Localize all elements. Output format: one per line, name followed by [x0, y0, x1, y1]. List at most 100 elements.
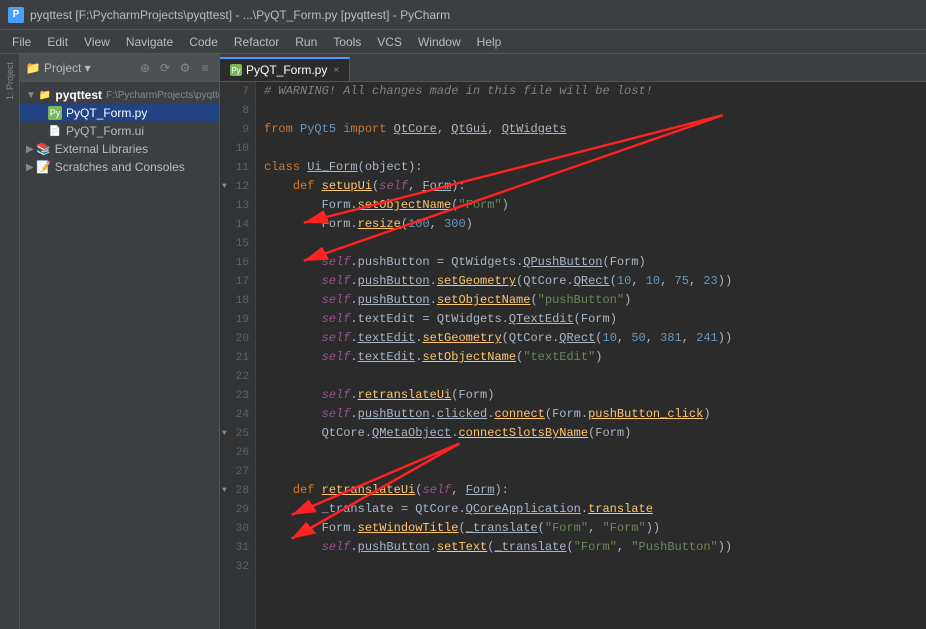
line-numbers: 7 8 9 10 11 12 13 14 15 16 17 18 19 20 2… [220, 82, 256, 629]
line-num-8: 8 [220, 101, 255, 120]
scratch-icon: 📝 [37, 160, 51, 174]
code-line-18: self.pushButton.setObjectName("pushButto… [264, 291, 918, 310]
main-layout: 1: Project 📁 Project ▾ ⊕ ⟳ ⚙ ≡ ▼ 📁 pyqtt… [0, 54, 926, 629]
py-file-icon: Py [48, 106, 62, 120]
code-line-23: self.retranslateUi(Form) [264, 386, 918, 405]
line-num-27: 27 [220, 462, 255, 481]
tree-item-pyqt-form-ui[interactable]: 📄 PyQT_Form.ui [20, 122, 219, 140]
line-num-29: 29 [220, 500, 255, 519]
code-line-26 [264, 443, 918, 462]
code-line-8 [264, 101, 918, 120]
tree-item-scratches[interactable]: ▶ 📝 Scratches and Consoles [20, 158, 219, 176]
code-line-15 [264, 234, 918, 253]
line-num-25: 25 [220, 424, 255, 443]
line-num-14: 14 [220, 215, 255, 234]
line-num-9: 9 [220, 120, 255, 139]
tree-item-root[interactable]: ▼ 📁 pyqttest F:\PycharmProjects\pyqttest [20, 86, 219, 104]
code-line-22 [264, 367, 918, 386]
title-bar: P pyqttest [F:\PycharmProjects\pyqttest]… [0, 0, 926, 30]
line-num-23: 23 [220, 386, 255, 405]
code-line-27 [264, 462, 918, 481]
line-num-26: 26 [220, 443, 255, 462]
menu-edit[interactable]: Edit [39, 33, 76, 51]
line-num-19: 19 [220, 310, 255, 329]
line-num-10: 10 [220, 139, 255, 158]
menu-bar: File Edit View Navigate Code Refactor Ru… [0, 30, 926, 54]
code-line-12: def setupUi(self, Form): [264, 177, 918, 196]
line-num-20: 20 [220, 329, 255, 348]
title-bar-text: pyqttest [F:\PycharmProjects\pyqttest] -… [30, 8, 450, 22]
tab-pyqt-form[interactable]: Py PyQT_Form.py × [220, 57, 350, 81]
tab-label: PyQT_Form.py [246, 63, 327, 77]
tree-label-root: pyqttest [55, 88, 102, 102]
tree-label-ext-libs: External Libraries [55, 142, 148, 156]
project-tree: ▼ 📁 pyqttest F:\PycharmProjects\pyqttest… [20, 82, 219, 629]
code-line-14: Form.resize(100, 300) [264, 215, 918, 234]
code-line-29: _translate = QtCore.QCoreApplication.tra… [264, 500, 918, 519]
sidebar-strip: 1: Project [0, 54, 20, 629]
add-icon[interactable]: ⊕ [137, 60, 153, 76]
line-num-16: 16 [220, 253, 255, 272]
tree-label-scratches: Scratches and Consoles [55, 160, 185, 174]
project-panel-header: 📁 Project ▾ ⊕ ⟳ ⚙ ≡ [20, 54, 219, 82]
line-num-11: 11 [220, 158, 255, 177]
code-line-20: self.textEdit.setGeometry(QtCore.QRect(1… [264, 329, 918, 348]
menu-help[interactable]: Help [469, 33, 510, 51]
menu-tools[interactable]: Tools [325, 33, 369, 51]
editor-tabs: Py PyQT_Form.py × [220, 54, 926, 82]
code-line-21: self.textEdit.setObjectName("textEdit") [264, 348, 918, 367]
line-num-18: 18 [220, 291, 255, 310]
project-panel: 📁 Project ▾ ⊕ ⟳ ⚙ ≡ ▼ 📁 pyqttest F:\Pych… [20, 54, 220, 629]
menu-navigate[interactable]: Navigate [118, 33, 181, 51]
tree-item-ext-libs[interactable]: ▶ 📚 External Libraries [20, 140, 219, 158]
line-num-21: 21 [220, 348, 255, 367]
code-line-13: Form.setObjectName("Form") [264, 196, 918, 215]
code-line-11: class Ui_Form(object): [264, 158, 918, 177]
line-num-22: 22 [220, 367, 255, 386]
code-line-32 [264, 557, 918, 576]
project-folder-icon: 📁 [26, 61, 40, 75]
line-num-13: 13 [220, 196, 255, 215]
tree-label-pyqt-form-ui: PyQT_Form.ui [66, 124, 144, 138]
code-editor[interactable]: 7 8 9 10 11 12 13 14 15 16 17 18 19 20 2… [220, 82, 926, 629]
tab-py-icon: Py [230, 64, 242, 76]
line-num-28: 28 [220, 481, 255, 500]
tree-item-pyqt-form-py[interactable]: Py PyQT_Form.py [20, 104, 219, 122]
code-line-30: Form.setWindowTitle(_translate("Form", "… [264, 519, 918, 538]
ui-file-icon: 📄 [48, 124, 62, 138]
code-line-19: self.textEdit = QtWidgets.QTextEdit(Form… [264, 310, 918, 329]
menu-refactor[interactable]: Refactor [226, 33, 287, 51]
expand-icon[interactable]: ≡ [197, 60, 213, 76]
project-panel-title: Project ▾ [44, 61, 137, 75]
folder-icon: 📁 [39, 88, 51, 102]
tree-label-pyqt-form-py: PyQT_Form.py [66, 106, 147, 120]
code-line-9: from PyQt5 import QtCore, QtGui, QtWidge… [264, 120, 918, 139]
line-num-30: 30 [220, 519, 255, 538]
sidebar-strip-label: 1: Project [5, 62, 15, 100]
menu-window[interactable]: Window [410, 33, 469, 51]
menu-run[interactable]: Run [287, 33, 325, 51]
project-panel-icons: ⊕ ⟳ ⚙ ≡ [137, 60, 213, 76]
line-num-32: 32 [220, 557, 255, 576]
app-icon: P [8, 7, 24, 23]
code-line-16: self.pushButton = QtWidgets.QPushButton(… [264, 253, 918, 272]
line-num-31: 31 [220, 538, 255, 557]
code-content[interactable]: # WARNING! All changes made in this file… [256, 82, 926, 629]
menu-vcs[interactable]: VCS [369, 33, 410, 51]
line-num-15: 15 [220, 234, 255, 253]
code-line-31: self.pushButton.setText(_translate("Form… [264, 538, 918, 557]
menu-view[interactable]: View [76, 33, 118, 51]
code-line-25: QtCore.QMetaObject.connectSlotsByName(Fo… [264, 424, 918, 443]
line-num-12: 12 [220, 177, 255, 196]
line-num-7: 7 [220, 82, 255, 101]
menu-file[interactable]: File [4, 33, 39, 51]
menu-code[interactable]: Code [181, 33, 226, 51]
settings-icon[interactable]: ⚙ [177, 60, 193, 76]
sync-icon[interactable]: ⟳ [157, 60, 173, 76]
ext-lib-icon: 📚 [37, 142, 51, 156]
code-line-17: self.pushButton.setGeometry(QtCore.QRect… [264, 272, 918, 291]
line-num-24: 24 [220, 405, 255, 424]
code-line-10 [264, 139, 918, 158]
tab-close-icon[interactable]: × [333, 65, 339, 76]
line-num-17: 17 [220, 272, 255, 291]
